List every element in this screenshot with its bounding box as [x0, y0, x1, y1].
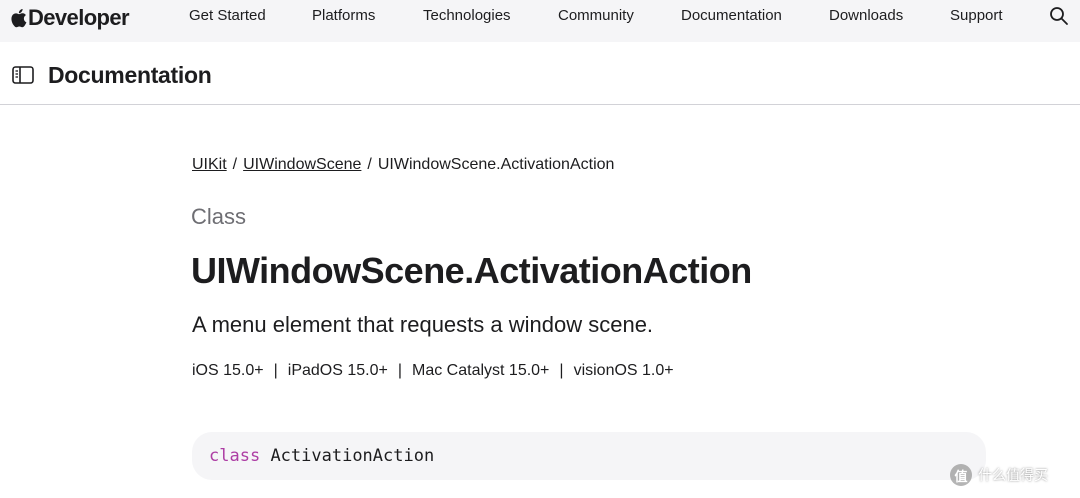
documentation-header: Documentation: [0, 42, 1080, 105]
breadcrumb-uikit[interactable]: UIKit: [192, 156, 227, 173]
watermark: 值 什么值得买: [950, 464, 1048, 486]
declaration-keyword: class: [209, 446, 261, 466]
apple-developer-logo[interactable]: Developer: [10, 5, 130, 31]
availability-ipados: iPadOS 15.0+: [287, 362, 388, 379]
availability-separator: |: [273, 362, 278, 379]
availability-list: iOS 15.0+ | iPadOS 15.0+ | Mac Catalyst 15.0…: [192, 362, 674, 380]
symbol-kind: Class: [191, 204, 247, 229]
availability-separator: |: [559, 362, 564, 379]
nav-get-started[interactable]: Get Started: [189, 8, 266, 24]
nav-downloads[interactable]: Downloads: [829, 8, 903, 24]
nav-documentation[interactable]: Documentation: [681, 8, 782, 24]
watermark-badge: 值: [950, 464, 972, 486]
declaration-name: ActivationAction: [270, 446, 435, 466]
declaration-block: class ActivationAction: [192, 432, 986, 480]
nav-community[interactable]: Community: [558, 8, 634, 24]
nav-support[interactable]: Support: [950, 8, 1003, 24]
breadcrumb-separator: /: [367, 156, 372, 173]
brand-name: Developer: [28, 5, 130, 30]
declaration-code: class ActivationAction: [209, 446, 434, 466]
sidebar-toggle-icon[interactable]: [12, 66, 34, 84]
documentation-title[interactable]: Documentation: [48, 62, 212, 89]
availability-ios: iOS 15.0+: [192, 362, 264, 379]
breadcrumb: UIKit / UIWindowScene / UIWindowScene.Activa…: [192, 156, 614, 174]
availability-visionos: visionOS 1.0+: [573, 362, 674, 379]
page-title: UIWindowScene.ActivationAction: [191, 250, 752, 291]
nav-platforms[interactable]: Platforms: [312, 8, 375, 24]
breadcrumb-separator: /: [232, 156, 238, 173]
abstract: A menu element that requests a window sc…: [192, 312, 654, 337]
search-icon[interactable]: [1049, 6, 1069, 26]
breadcrumb-uiwindowscene[interactable]: UIWindowScene: [243, 156, 361, 173]
availability-mac-catalyst: Mac Catalyst 15.0+: [412, 362, 550, 379]
global-nav: Developer Get Started Platforms Technolo…: [0, 0, 1080, 42]
watermark-text: 什么值得买: [978, 467, 1048, 483]
nav-technologies[interactable]: Technologies: [423, 8, 511, 24]
breadcrumb-current: UIWindowScene.ActivationAction: [377, 156, 615, 173]
availability-separator: |: [397, 362, 402, 379]
apple-logo-icon: [11, 9, 27, 28]
